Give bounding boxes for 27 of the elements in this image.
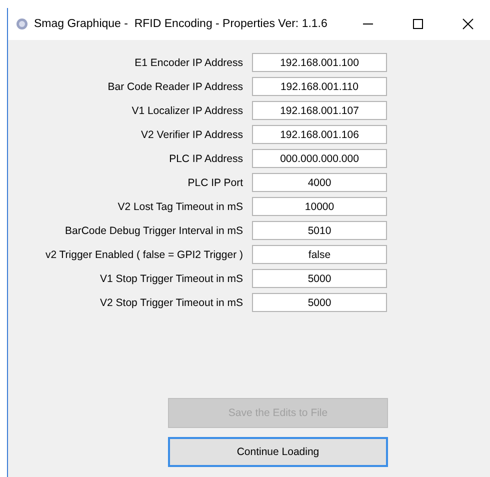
field-label: PLC IP Address — [168, 152, 243, 164]
field-label: V2 Lost Tag Timeout in mS — [116, 200, 243, 212]
field-label: E1 Encoder IP Address — [134, 56, 243, 68]
field-label: V2 Verifier IP Address — [140, 128, 243, 140]
input-field[interactable]: 192.168.001.106 — [252, 125, 387, 144]
app-icon — [16, 18, 28, 30]
input-field[interactable]: 10000 — [252, 197, 387, 216]
input-field[interactable]: 4000 — [252, 173, 387, 192]
input-field[interactable]: 192.168.001.100 — [252, 53, 387, 72]
continue-button[interactable]: Continue Loading — [168, 437, 388, 467]
field-label: V1 Localizer IP Address — [130, 104, 243, 116]
maximize-icon — [412, 18, 424, 30]
input-field[interactable]: 5000 — [252, 269, 387, 288]
input-field[interactable]: 5000 — [252, 293, 387, 312]
input-field[interactable]: 192.168.001.107 — [252, 101, 387, 120]
window-title: Smag Graphique - RFID Encoding - Properties Ver: 1.1.6 — [34, 18, 328, 30]
input-field[interactable]: 192.168.001.110 — [252, 77, 387, 96]
field-label: Bar Code Reader IP Address — [106, 80, 243, 92]
field-label: BarCode Debug Trigger Interval in mS — [64, 224, 243, 236]
field-label: PLC IP Port — [186, 176, 243, 188]
input-field[interactable]: 5010 — [252, 221, 387, 240]
field-label: V1 Stop Trigger Timeout in mS — [99, 272, 243, 284]
field-label: V2 Stop Trigger Timeout in mS — [99, 296, 243, 308]
close-icon — [462, 18, 474, 30]
field-label: v2 Trigger Enabled ( false = GPI2 Trigger ) — [44, 248, 243, 260]
input-field[interactable]: 000.000.000.000 — [252, 149, 387, 168]
input-field[interactable]: false — [252, 245, 387, 264]
